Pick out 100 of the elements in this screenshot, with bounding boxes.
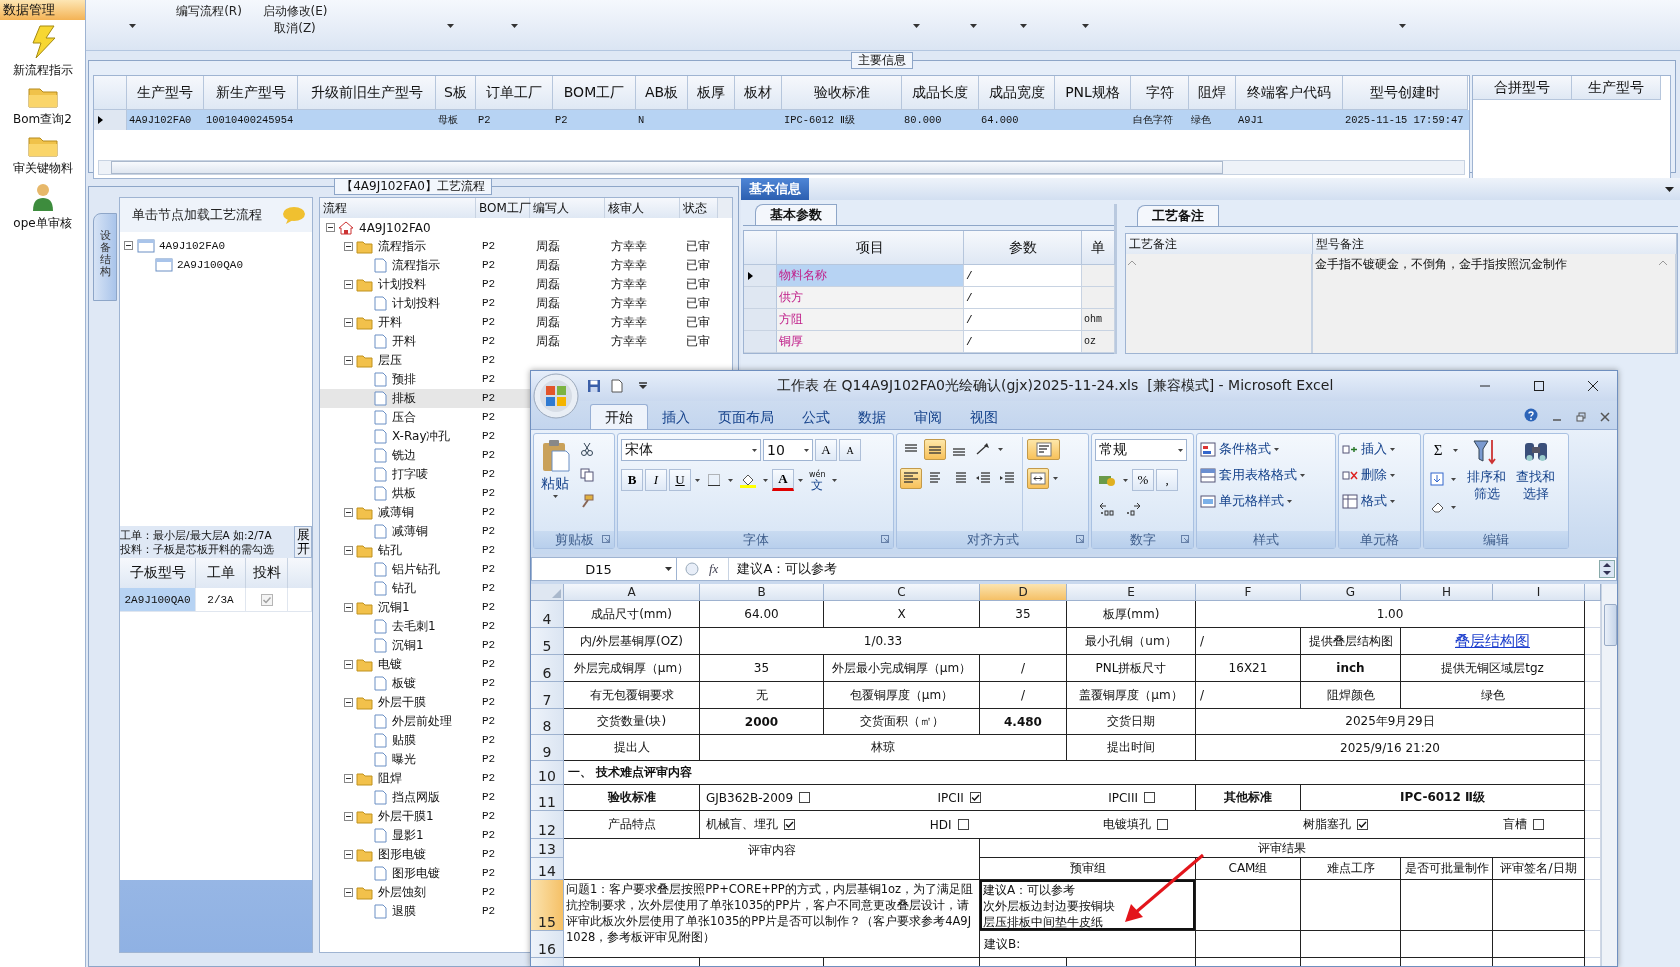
collapse-icon[interactable] [344, 280, 353, 289]
tree-node[interactable]: 烘板 [390, 485, 418, 502]
help-icon[interactable] [1524, 408, 1538, 422]
collapse-icon[interactable] [344, 698, 353, 707]
column-header[interactable]: BOM工厂 [553, 76, 636, 110]
expand-button[interactable]: 展开 [294, 526, 312, 558]
column-header[interactable]: F [1196, 584, 1301, 601]
column-header[interactable]: 板厚 [688, 76, 735, 110]
column-header[interactable]: H [1401, 584, 1493, 601]
scrollbar[interactable] [1601, 584, 1617, 966]
tree-node[interactable]: 减薄铜 [390, 523, 430, 540]
toolbar-button[interactable]: 编写流程(R) [169, 3, 249, 20]
tree-node[interactable]: 曝光 [390, 751, 418, 768]
comma-button[interactable]: , [1156, 469, 1178, 491]
table-cell[interactable]: 2A9J100QA0 [120, 588, 196, 612]
collapse-icon[interactable] [344, 242, 353, 251]
caret-icon[interactable] [128, 24, 136, 28]
row-header[interactable]: 9 [531, 735, 564, 761]
column-header[interactable]: 阻焊 [1189, 76, 1236, 110]
bold-button[interactable]: B [621, 469, 643, 491]
tree-node[interactable]: 流程指示 [390, 257, 442, 274]
copy-button[interactable] [577, 465, 597, 485]
grow-font-button[interactable]: A [815, 439, 837, 461]
collapse-icon[interactable] [344, 888, 353, 897]
column-header[interactable]: D [980, 584, 1067, 601]
tree-node[interactable]: 4A9J102FA0 [357, 220, 433, 235]
checkbox[interactable] [1157, 819, 1169, 830]
tree-node[interactable]: 流程指示 [376, 238, 428, 255]
caret-icon[interactable] [969, 24, 977, 28]
caret-icon[interactable] [1019, 24, 1027, 28]
sum-button[interactable]: Σ [1427, 439, 1449, 461]
tab[interactable]: 工艺备注 [1137, 205, 1219, 226]
tree-node[interactable]: 计划投料 [376, 276, 428, 293]
ribbon-tab[interactable]: 页面布局 [704, 405, 788, 429]
menu-button[interactable]: 删除 [1342, 465, 1395, 485]
checkbox[interactable] [260, 593, 273, 606]
caret-icon[interactable] [510, 24, 518, 28]
tab[interactable]: 基本信息 [741, 178, 809, 200]
row-header[interactable]: 15 [531, 880, 564, 931]
collapse-icon[interactable] [344, 603, 353, 612]
text-area[interactable]: 金手指不镀硬金，不倒角，金手指按照沉金制作 [1313, 254, 1677, 353]
ribbon-tab[interactable]: 公式 [788, 405, 844, 429]
percent-button[interactable]: % [1132, 469, 1154, 491]
column-header[interactable]: G [1301, 584, 1401, 601]
checkbox[interactable] [1533, 819, 1544, 830]
column-header[interactable]: 终端客户代码 [1236, 76, 1343, 110]
column-header[interactable]: I [1493, 584, 1585, 601]
nav-item[interactable]: 新流程指示 [12, 62, 73, 79]
collapse-icon[interactable] [344, 850, 353, 859]
tree-node[interactable]: 铝片钻孔 [390, 561, 442, 578]
caret-icon[interactable] [1451, 477, 1456, 481]
column-header[interactable]: 成品宽度 [979, 76, 1055, 110]
tree-node[interactable]: 压合 [390, 409, 418, 426]
column-header[interactable]: B [700, 584, 824, 601]
column-header[interactable]: 订单工厂 [476, 76, 553, 110]
close-icon[interactable] [1587, 380, 1599, 392]
scrollbar[interactable] [98, 160, 1465, 175]
nav-item[interactable]: ope单审核 [13, 215, 72, 232]
column-header[interactable]: 合拼型号 [1473, 76, 1572, 100]
column-header[interactable]: 项目 [777, 231, 964, 265]
ribbon-tab[interactable]: 审阅 [900, 405, 956, 429]
caret-icon[interactable] [446, 24, 454, 28]
tree-node[interactable]: 沉铜1 [376, 599, 412, 616]
menu-button[interactable]: 条件格式 [1200, 439, 1305, 459]
maximize-icon[interactable] [1533, 380, 1545, 392]
tree-node[interactable]: 预排 [390, 371, 418, 388]
checkbox[interactable] [1357, 819, 1369, 830]
splitter-handle-icon[interactable] [685, 562, 699, 576]
table-cell[interactable]: 物料名称 [777, 265, 964, 287]
tree-node[interactable]: 4A9J102FA0 [159, 239, 225, 252]
menu-button[interactable]: 单元格样式 [1200, 491, 1305, 511]
row-header[interactable]: 4 [531, 601, 564, 628]
collapse-icon[interactable] [344, 546, 353, 555]
ribbon-tab[interactable]: 开始 [590, 404, 648, 429]
collapse-icon[interactable] [344, 508, 353, 517]
checkbox[interactable] [957, 819, 969, 830]
table-row[interactable]: 4A9J102FA0 10010400245954 母板 P2 P2 N IPC-6012 Ⅱ级 80.000 64.000 白色字符 绿色 A9J1 2025-11-15 17:59:47 [94, 110, 1469, 130]
formula-field[interactable]: 建议A：可以参考 [728, 558, 1593, 580]
ribbon-tab[interactable]: 数据 [844, 405, 900, 429]
column-header[interactable]: S板 [436, 76, 476, 110]
tree-node[interactable]: 挡点网版 [390, 789, 442, 806]
checkbox[interactable] [1144, 792, 1155, 803]
ribbon-tab[interactable]: 视图 [956, 405, 1012, 429]
collapse-icon[interactable] [344, 660, 353, 669]
column-header[interactable]: 参数 [964, 231, 1082, 265]
collapse-icon[interactable] [124, 241, 133, 250]
tab[interactable]: 基本参数 [755, 204, 837, 225]
row-header[interactable]: 12 [531, 811, 564, 839]
link[interactable]: 叠层结构图 [1455, 631, 1530, 651]
row-header[interactable] [744, 265, 777, 287]
column-header[interactable]: PNL规格 [1055, 76, 1131, 110]
wrap-text-button[interactable] [1027, 439, 1060, 460]
checkbox[interactable] [969, 792, 981, 803]
tree-node[interactable]: 外层干膜 [376, 694, 428, 711]
caret-icon[interactable] [695, 478, 700, 482]
font-field[interactable]: 宋体 [621, 439, 761, 461]
column-header[interactable]: BOM工厂 [476, 198, 530, 218]
caret-icon[interactable] [798, 478, 803, 482]
caret-icon[interactable] [728, 478, 733, 482]
tree-node[interactable]: 减薄铜 [376, 504, 416, 521]
